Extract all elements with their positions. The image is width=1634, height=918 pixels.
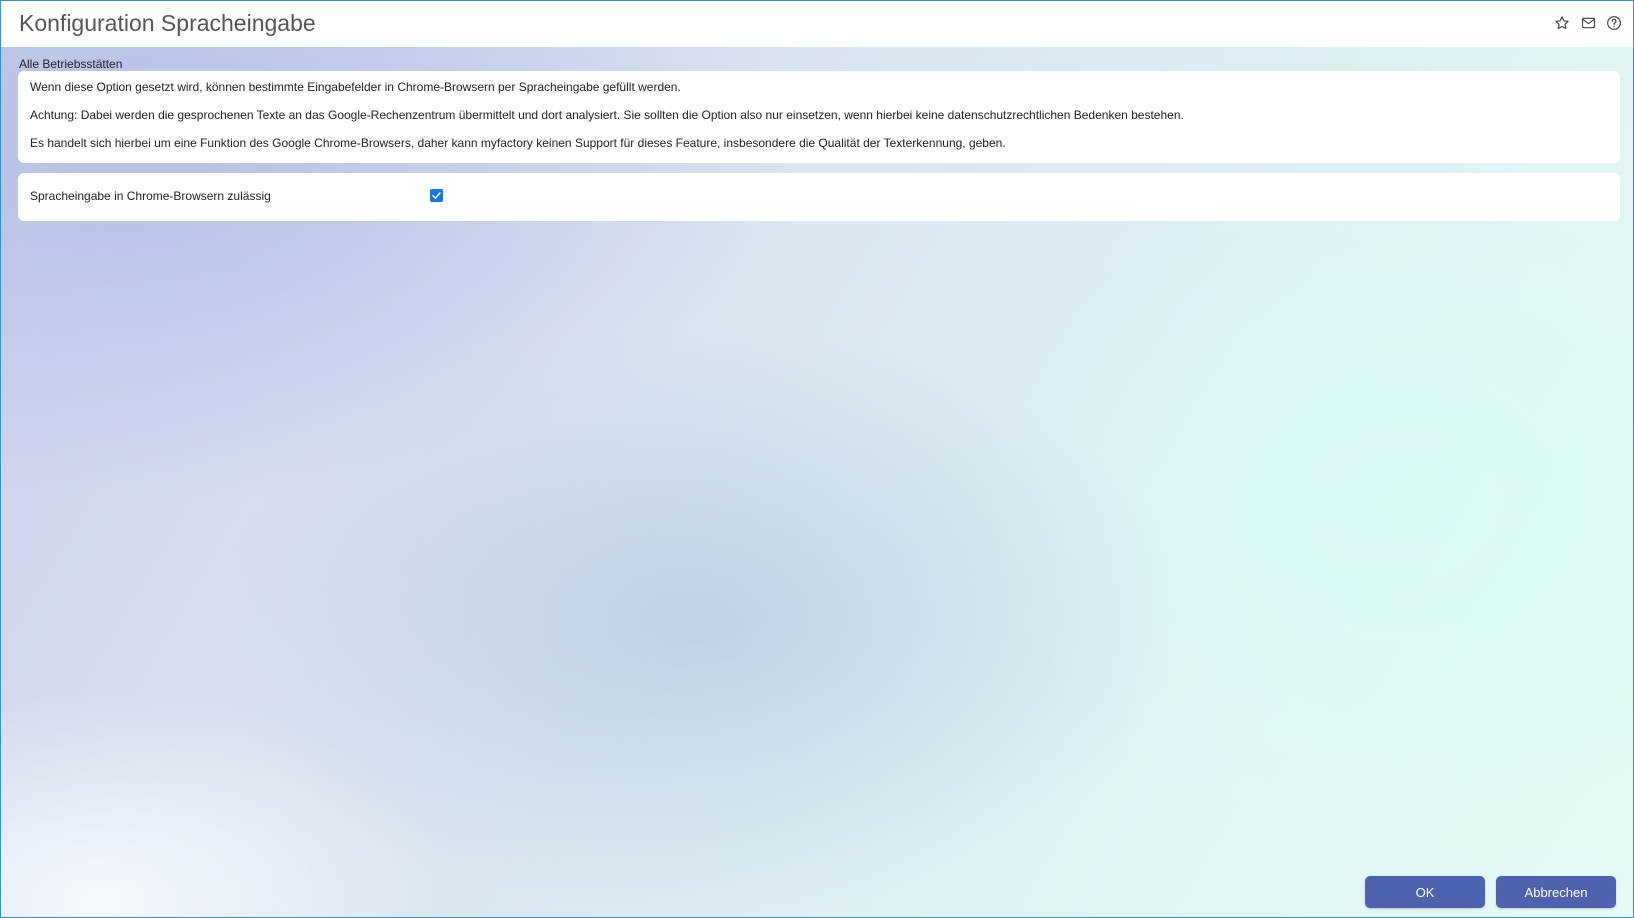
ok-button[interactable]: OK — [1365, 876, 1485, 908]
info-panel: Wenn diese Option gesetzt wird, können b… — [18, 71, 1620, 163]
title-bar: Konfiguration Spracheingabe — [1, 1, 1633, 47]
scope-label: Alle Betriebsstätten — [19, 57, 123, 71]
title-icons — [1553, 14, 1623, 32]
info-paragraph: Es handelt sich hierbei um eine Funktion… — [30, 136, 1006, 150]
dialog-window: Konfiguration Spracheingabe Alle Betrieb… — [0, 0, 1634, 918]
option-panel: Spracheingabe in Chrome-Browsern zulässi… — [18, 173, 1620, 221]
help-icon[interactable] — [1605, 14, 1623, 32]
mail-icon[interactable] — [1579, 14, 1597, 32]
checkmark-icon — [432, 192, 441, 199]
cancel-button[interactable]: Abbrechen — [1496, 876, 1616, 908]
speech-input-option-label: Spracheingabe in Chrome-Browsern zulässi… — [30, 189, 271, 203]
speech-input-checkbox[interactable] — [430, 189, 443, 202]
page-title: Konfiguration Spracheingabe — [19, 10, 316, 36]
star-icon[interactable] — [1553, 14, 1571, 32]
info-paragraph: Achtung: Dabei werden die gesprochenen T… — [30, 108, 1184, 122]
info-paragraph: Wenn diese Option gesetzt wird, können b… — [30, 80, 681, 94]
